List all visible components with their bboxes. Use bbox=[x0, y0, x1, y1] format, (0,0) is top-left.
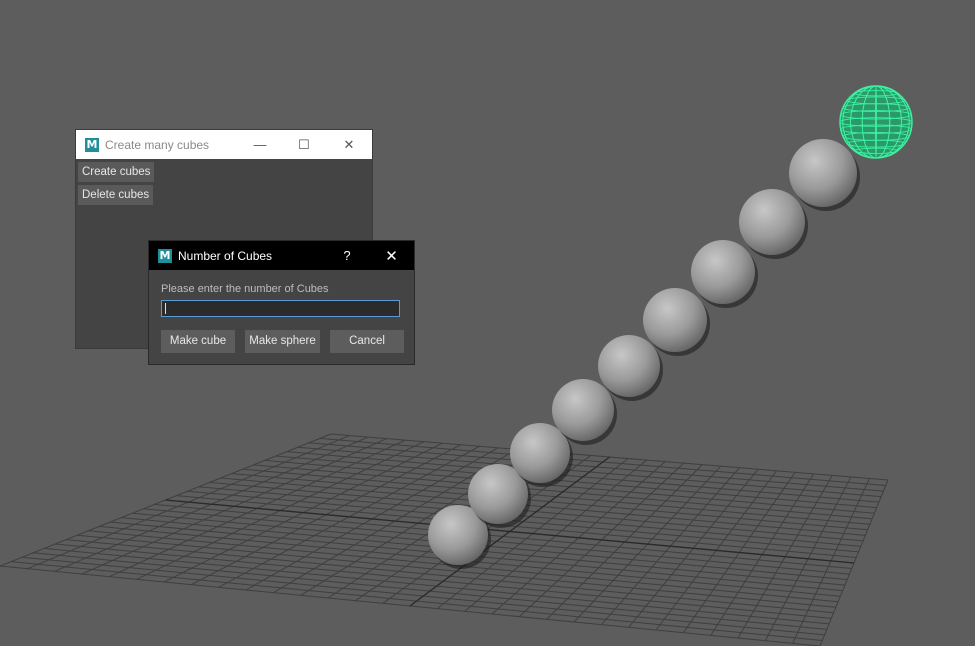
sphere[interactable] bbox=[598, 335, 660, 397]
delete-cubes-button[interactable]: Delete cubes bbox=[78, 185, 154, 205]
sphere[interactable] bbox=[643, 288, 707, 352]
dialog-title: Number of Cubes bbox=[178, 248, 273, 263]
cancel-button[interactable]: Cancel bbox=[330, 330, 404, 353]
sphere[interactable] bbox=[552, 379, 614, 441]
window-titlebar[interactable]: M Create many cubes — ☐ ✕ bbox=[76, 130, 372, 159]
minimize-button[interactable]: — bbox=[238, 130, 282, 159]
maya-logo-icon: M bbox=[85, 137, 99, 152]
window-title: Create many cubes bbox=[105, 137, 210, 152]
number-of-cubes-dialog: M Number of Cubes ? ✕ Please enter the n… bbox=[149, 241, 414, 364]
dialog-titlebar[interactable]: M Number of Cubes ? ✕ bbox=[149, 241, 414, 270]
close-button[interactable]: ✕ bbox=[369, 241, 414, 270]
help-button[interactable]: ? bbox=[325, 241, 369, 270]
selected-sphere-wireframe[interactable] bbox=[839, 85, 913, 159]
create-cubes-button[interactable]: Create cubes bbox=[78, 162, 155, 182]
maximize-button[interactable]: ☐ bbox=[282, 130, 326, 159]
close-button[interactable]: ✕ bbox=[327, 130, 371, 159]
make-cube-button[interactable]: Make cube bbox=[161, 330, 235, 353]
prompt-label: Please enter the number of Cubes bbox=[161, 283, 329, 295]
text-caret bbox=[165, 303, 166, 314]
maya-logo-icon: M bbox=[158, 248, 172, 263]
number-input[interactable] bbox=[161, 300, 400, 317]
sphere[interactable] bbox=[739, 189, 805, 255]
sphere[interactable] bbox=[691, 240, 755, 304]
make-sphere-button[interactable]: Make sphere bbox=[245, 330, 320, 353]
sphere[interactable] bbox=[789, 139, 857, 207]
